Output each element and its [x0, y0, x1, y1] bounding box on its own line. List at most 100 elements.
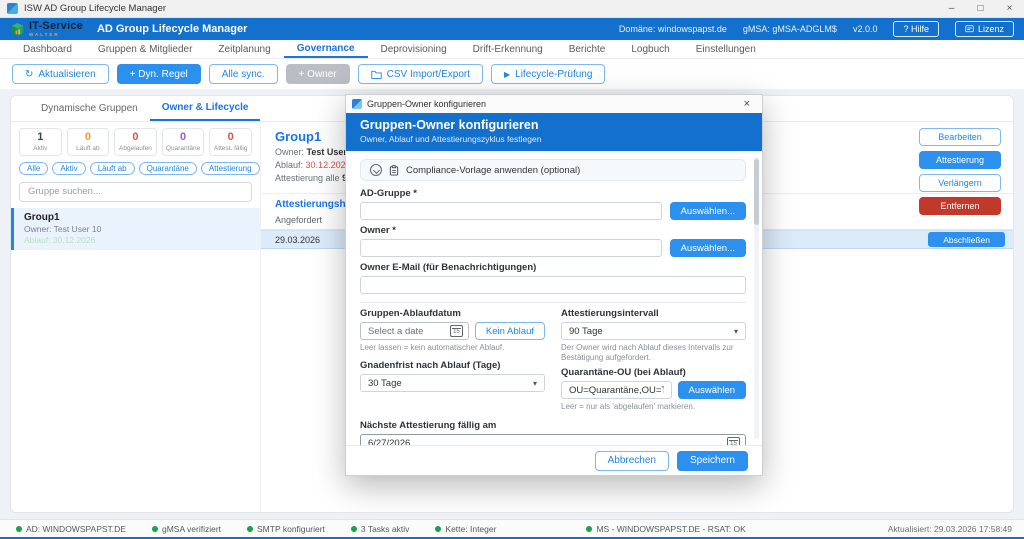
quarantine-ou-select-button[interactable]: Auswählen: [678, 381, 746, 399]
nav-dashboard[interactable]: Dashboard: [10, 40, 85, 58]
nav-einstellungen[interactable]: Einstellungen: [683, 40, 769, 58]
owner-input[interactable]: [360, 239, 662, 257]
calendar-icon: 15: [450, 325, 463, 337]
group-expiry-label: Gruppen-Ablaufdatum: [360, 308, 545, 319]
help-button[interactable]: ? Hilfe: [893, 21, 939, 37]
ad-group-label: AD-Gruppe *: [360, 188, 746, 199]
brand-subname: WALTER: [29, 33, 83, 38]
sync-all-button[interactable]: Alle sync.: [209, 64, 278, 84]
save-button[interactable]: Speichern: [677, 451, 748, 471]
last-updated-label: Aktualisiert: 29.03.2026 17:58:49: [888, 524, 1012, 534]
extend-button[interactable]: Verlängern: [919, 174, 1001, 192]
green-dot-icon: [435, 526, 441, 532]
stat-aktiv: 1 Aktiv: [19, 128, 62, 156]
folder-icon: [371, 70, 382, 79]
stat-cards: 1 Aktiv 0 Läuft ab 0 Abgelaufen 0 Quaran…: [19, 128, 252, 156]
group-list-item[interactable]: Group1 Owner: Test User 10 Ablauf: 30.12…: [11, 208, 260, 250]
no-expiry-button[interactable]: Kein Ablauf: [475, 322, 545, 340]
gmsa-label: gMSA: gMSA-ADGLM$: [743, 24, 837, 34]
domain-label: Domäne: windowspapst.de: [619, 24, 727, 34]
nav-deprovisioning[interactable]: Deprovisioning: [368, 40, 460, 58]
group-list-panel: 1 Aktiv 0 Läuft ab 0 Abgelaufen 0 Quaran…: [11, 122, 261, 512]
filter-laeuft-ab[interactable]: Läuft ab: [90, 162, 135, 175]
status-tasks: 3 Tasks aktiv: [351, 524, 410, 534]
status-chain: Kette: Integer: [435, 524, 496, 534]
green-dot-icon: [586, 526, 592, 532]
cancel-button[interactable]: Abbrechen: [595, 451, 669, 471]
nav-governance[interactable]: Governance: [284, 40, 368, 58]
filter-alle[interactable]: Alle: [19, 162, 48, 175]
it-service-logo-icon: [10, 22, 25, 37]
dropdown-arrow-icon: ▾: [533, 379, 537, 388]
complete-attestation-button[interactable]: Abschließen: [928, 232, 1005, 247]
owner-label: Owner *: [360, 225, 746, 236]
os-titlebar: ISW AD Group Lifecycle Manager – □ ×: [0, 0, 1024, 18]
refresh-icon: ↻: [25, 69, 33, 80]
green-dot-icon: [247, 526, 253, 532]
status-smtp: SMTP konfiguriert: [247, 524, 325, 534]
compliance-template-toggle[interactable]: Compliance-Vorlage anwenden (optional): [360, 159, 746, 181]
grace-period-select[interactable]: 30 Tage ▾: [360, 374, 545, 392]
group-search-input[interactable]: [19, 182, 252, 202]
add-dyn-rule-button[interactable]: + Dyn. Regel: [117, 64, 201, 84]
csv-import-export-button[interactable]: CSV Import/Export: [358, 64, 483, 84]
nav-zeitplanung[interactable]: Zeitplanung: [205, 40, 283, 58]
attestation-interval-select[interactable]: 90 Tage ▾: [561, 322, 746, 340]
dialog-footer: Abbrechen Speichern: [346, 445, 762, 475]
expiry-help-text: Leer lassen = kein automatischer Ablauf.: [360, 343, 545, 353]
window-controls: – □ ×: [937, 0, 1024, 17]
tab-owner-lifecycle[interactable]: Owner & Lifecycle: [150, 96, 261, 121]
dialog-scrollbar-thumb[interactable]: [754, 159, 759, 225]
detail-action-buttons: Bearbeiten Attestierung Verlängern Entfe…: [919, 128, 1001, 215]
app-title: AD Group Lifecycle Manager: [97, 23, 247, 35]
maximize-button[interactable]: □: [966, 0, 995, 17]
attestation-button[interactable]: Attestierung: [919, 151, 1001, 169]
license-button[interactable]: Lizenz: [955, 21, 1014, 37]
next-attestation-label: Nächste Attestierung fällig am: [360, 420, 746, 431]
filter-quarantaene[interactable]: Quarantäne: [139, 162, 197, 175]
brand-logo: IT-Service WALTER: [10, 21, 83, 38]
dialog-subtitle: Owner, Ablauf und Attestierungszyklus fe…: [360, 134, 748, 144]
dialog-close-icon[interactable]: ×: [738, 98, 756, 110]
ad-group-select-button[interactable]: Auswählen...: [670, 202, 746, 220]
add-owner-button[interactable]: + Owner: [286, 64, 350, 84]
group-owner-dialog: Gruppen-Owner konfigurieren × Gruppen-Ow…: [345, 94, 763, 476]
remove-button[interactable]: Entfernen: [919, 197, 1001, 215]
dialog-titlebar: Gruppen-Owner konfigurieren ×: [346, 95, 762, 113]
version-label: v2.0.0: [853, 24, 878, 34]
quarantine-ou-input[interactable]: [561, 381, 672, 399]
nav-logbuch[interactable]: Logbuch: [618, 40, 682, 58]
next-attestation-datepicker[interactable]: 6/27/2026 15: [360, 434, 746, 445]
app-icon: [7, 3, 18, 14]
nav-gruppen-mitglieder[interactable]: Gruppen & Mitglieder: [85, 40, 206, 58]
dialog-scrollbar: [754, 157, 759, 439]
close-button[interactable]: ×: [995, 0, 1024, 17]
dialog-app-icon: [352, 99, 362, 109]
status-rsat: MS - WINDOWSPAPST.DE - RSAT: OK: [586, 524, 745, 534]
group-expiry-datepicker[interactable]: Select a date 15: [360, 322, 469, 340]
play-icon: ▶: [504, 70, 510, 79]
minimize-button[interactable]: –: [937, 0, 966, 17]
attestation-interval-label: Attestierungsintervall: [561, 308, 746, 319]
stat-laeuft-ab: 0 Läuft ab: [67, 128, 110, 156]
ad-group-input[interactable]: [360, 202, 662, 220]
filter-attestierung[interactable]: Attestierung: [201, 162, 260, 175]
chevron-down-icon: [370, 164, 382, 176]
lifecycle-check-button[interactable]: ▶ Lifecycle-Prüfung: [491, 64, 605, 84]
group-list: Group1 Owner: Test User 10 Ablauf: 30.12…: [11, 208, 260, 250]
calendar-icon: 15: [727, 437, 740, 445]
nav-berichte[interactable]: Berichte: [556, 40, 619, 58]
dialog-divider: [360, 302, 746, 303]
green-dot-icon: [351, 526, 357, 532]
main-nav: Dashboard Gruppen & Mitglieder Zeitplanu…: [0, 40, 1024, 59]
stat-quarantaene: 0 Quarantäne: [162, 128, 205, 156]
nav-drift-erkennung[interactable]: Drift-Erkennung: [460, 40, 556, 58]
owner-select-button[interactable]: Auswählen...: [670, 239, 746, 257]
dialog-window-title: Gruppen-Owner konfigurieren: [367, 99, 486, 109]
tab-dynamische-gruppen[interactable]: Dynamische Gruppen: [29, 96, 150, 121]
interval-help-text: Der Owner wird nach Ablauf dieses Interv…: [561, 343, 746, 363]
filter-aktiv[interactable]: Aktiv: [52, 162, 85, 175]
owner-email-input[interactable]: [360, 276, 746, 294]
edit-button[interactable]: Bearbeiten: [919, 128, 1001, 146]
refresh-button[interactable]: ↻ Aktualisieren: [12, 64, 109, 84]
